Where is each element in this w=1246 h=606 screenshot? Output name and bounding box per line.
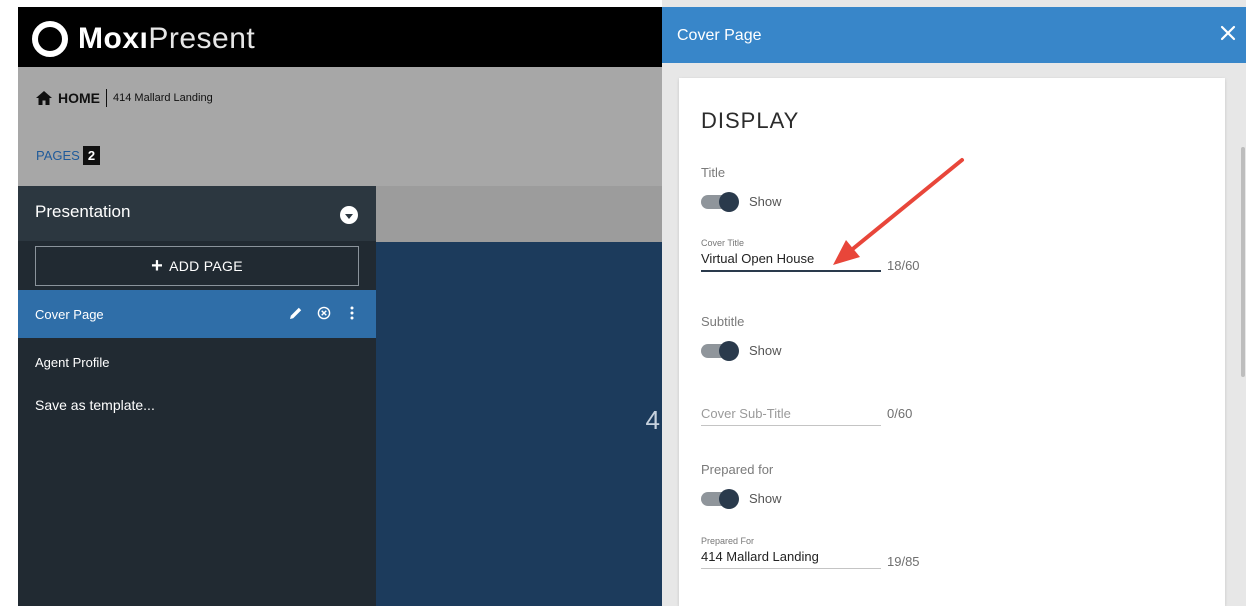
toggle-label: Show (749, 343, 782, 358)
cover-subtitle-field[interactable]: Cover Sub-Title (701, 406, 881, 426)
breadcrumb: HOME 414 Mallard Landing (36, 89, 213, 107)
section-title: DISPLAY (701, 108, 800, 133)
logo-text: MoxıPresent (78, 22, 256, 55)
header-area: HOME 414 Mallard Landing PAGES 2 (18, 67, 662, 186)
preview-text: 4 (645, 405, 660, 435)
logo-mark-icon (32, 21, 68, 57)
logo[interactable]: MoxıPresent (32, 21, 255, 57)
sidebar-item-label: Cover Page (35, 306, 104, 322)
cover-page-panel: Cover Page DISPLAY Title Show Cover Titl… (662, 0, 1246, 606)
field-underline (701, 270, 881, 272)
item-tools (288, 304, 360, 322)
preview-toolbar (376, 186, 662, 242)
subtitle-label: Subtitle (701, 314, 745, 329)
prepared-for-field[interactable]: Prepared For 414 Mallard Landing (701, 536, 881, 569)
field-underline (701, 425, 881, 426)
toggle-label: Show (749, 194, 782, 209)
cover-subtitle-input[interactable]: Cover Sub-Title (701, 406, 881, 425)
top-bar: MoxıPresent (18, 7, 662, 67)
more-vertical-icon[interactable] (344, 304, 360, 322)
cover-subtitle-counter: 0/60 (887, 406, 913, 421)
toggle-knob (719, 488, 739, 509)
toggle-knob (719, 340, 739, 361)
pages-indicator: PAGES 2 (36, 146, 101, 165)
display-settings-card: DISPLAY Title Show Cover Title Virtual O… (679, 78, 1225, 606)
edit-pencil-icon[interactable] (288, 304, 304, 322)
toggle-label: Show (749, 491, 782, 506)
panel-scrollbar[interactable] (1238, 63, 1246, 606)
scrollbar-thumb[interactable] (1241, 147, 1245, 377)
close-icon[interactable] (1218, 23, 1238, 43)
field-label: Prepared For (701, 536, 755, 546)
presentation-sidebar: Presentation + ADD PAGE Cover Page Agent… (18, 186, 376, 606)
prepared-for-label: Prepared for (701, 462, 774, 477)
cover-title-input[interactable]: Virtual Open House (701, 251, 881, 270)
toggle-track (701, 488, 739, 509)
save-as-template-link[interactable]: Save as template... (18, 386, 376, 424)
panel-title: Cover Page (677, 27, 762, 44)
remove-circle-icon[interactable] (316, 304, 332, 322)
toggle-track (701, 340, 739, 361)
prepared-for-input[interactable]: 414 Mallard Landing (701, 549, 881, 568)
field-label: Cover Title (701, 238, 745, 248)
sidebar-header: Presentation (18, 186, 376, 241)
collapse-chevron-icon[interactable] (340, 206, 358, 224)
sidebar-title: Presentation (35, 202, 131, 221)
prepared-for-show-toggle[interactable]: Show (701, 488, 782, 509)
field-underline (701, 568, 881, 569)
add-page-button[interactable]: + ADD PAGE (35, 246, 359, 286)
cover-title-counter: 18/60 (887, 258, 920, 273)
pages-label[interactable]: PAGES (36, 148, 80, 163)
page-preview: 4 (376, 242, 662, 606)
pages-count-badge: 2 (82, 146, 101, 165)
app-area: MoxıPresent HOME 414 Mallard Landing PAG… (0, 0, 662, 606)
breadcrumb-home[interactable]: HOME (58, 90, 100, 106)
sidebar-item-label: Save as template... (35, 397, 155, 413)
prepared-for-counter: 19/85 (887, 554, 920, 569)
title-label: Title (701, 165, 726, 180)
plus-icon: + (151, 254, 164, 277)
sidebar-item-agent-profile[interactable]: Agent Profile (18, 338, 376, 386)
add-page-label: ADD PAGE (169, 258, 243, 274)
subtitle-show-toggle[interactable]: Show (701, 340, 782, 361)
toggle-track (701, 191, 739, 212)
panel-header: Cover Page (662, 7, 1246, 63)
title-show-toggle[interactable]: Show (701, 191, 782, 212)
breadcrumb-current: 414 Mallard Landing (113, 92, 213, 104)
sidebar-item-label: Agent Profile (35, 354, 110, 370)
sidebar-item-cover-page[interactable]: Cover Page (18, 290, 376, 338)
breadcrumb-separator (106, 89, 107, 107)
toggle-knob (719, 191, 739, 212)
cover-title-field[interactable]: Cover Title Virtual Open House (701, 238, 881, 272)
home-icon[interactable] (36, 91, 52, 105)
